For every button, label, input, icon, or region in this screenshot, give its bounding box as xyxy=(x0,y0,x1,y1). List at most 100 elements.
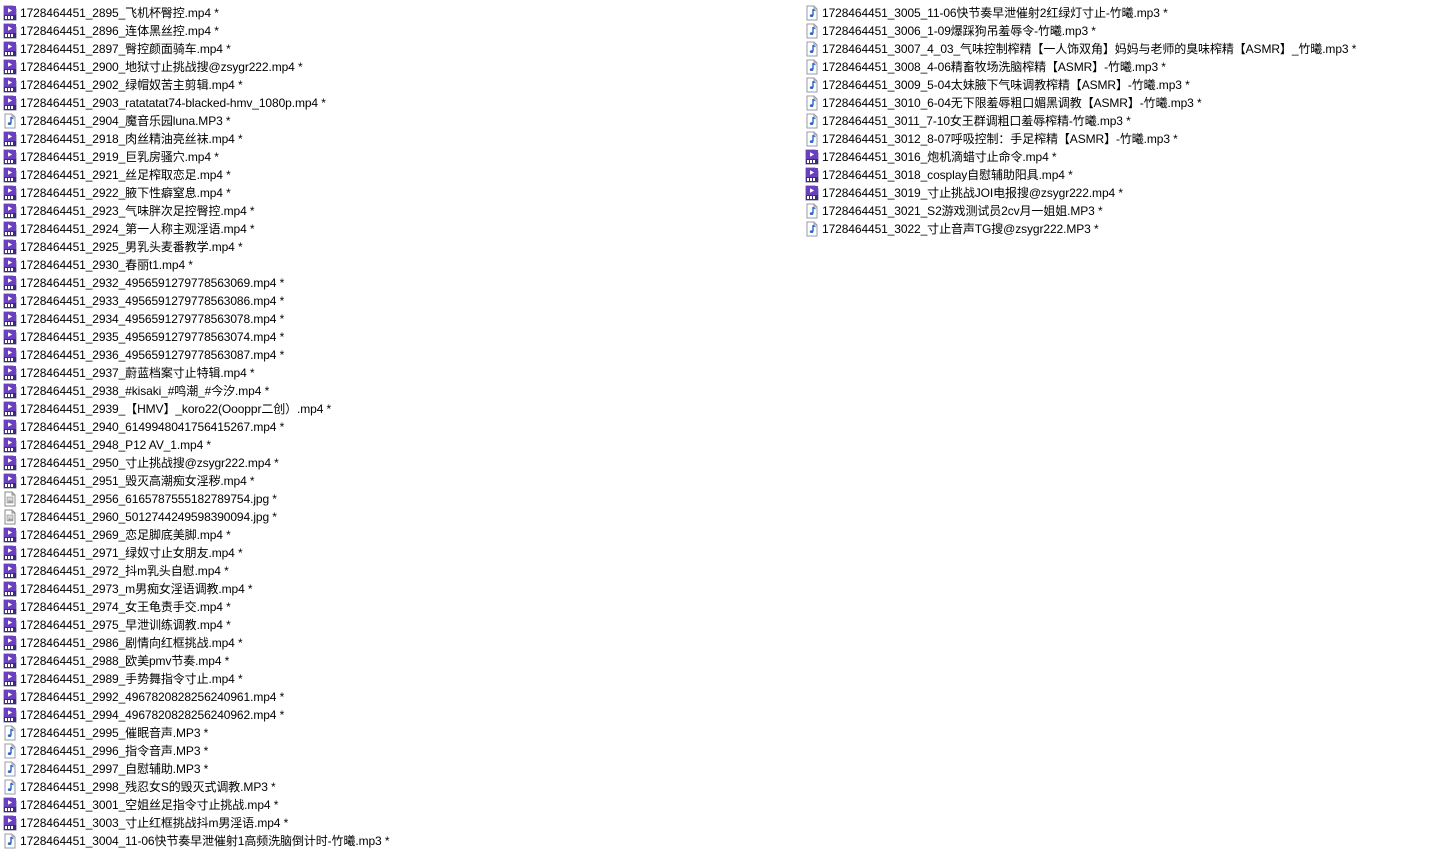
file-item[interactable]: 1728464451_2972_抖m乳头自慰.mp4 * xyxy=(2,562,792,580)
video-file-icon xyxy=(2,185,18,201)
video-file-icon xyxy=(2,527,18,543)
file-item[interactable]: 1728464451_2918_肉丝精油亮丝袜.mp4 * xyxy=(2,130,792,148)
file-item[interactable]: 1728464451_2940_6149948041756415267.mp4 … xyxy=(2,418,792,436)
file-item[interactable]: 1728464451_3010_6-04无下限羞辱粗口媚黑调教【ASMR】-竹曦… xyxy=(804,94,1444,112)
video-file-icon xyxy=(2,311,18,327)
file-item[interactable]: 1728464451_2938_#kisaki_#鸣潮_#今汐.mp4 * xyxy=(2,382,792,400)
file-item[interactable]: 1728464451_3006_1-09爆踩狗吊羞辱令-竹曦.mp3 * xyxy=(804,22,1444,40)
file-item[interactable]: 1728464451_3022_寸止音声TG搜@zsygr222.MP3 * xyxy=(804,220,1444,238)
file-item[interactable]: 1728464451_3019_寸止挑战JOI电报搜@zsygr222.mp4 … xyxy=(804,184,1444,202)
video-file-icon xyxy=(2,617,18,633)
file-item[interactable]: 1728464451_2902_绿帽奴苦主剪辑.mp4 * xyxy=(2,76,792,94)
video-file-icon xyxy=(2,257,18,273)
file-name-label: 1728464451_3006_1-09爆踩狗吊羞辱令-竹曦.mp3 * xyxy=(822,24,1096,38)
video-file-icon xyxy=(2,419,18,435)
video-file-icon xyxy=(2,581,18,597)
file-name-label: 1728464451_2996_指令音声.MP3 * xyxy=(20,744,209,758)
file-item[interactable]: 1728464451_2948_P12 AV_1.mp4 * xyxy=(2,436,792,454)
file-item[interactable]: 1728464451_3005_11-06快节奏早泄催射2红绿灯寸止-竹曦.mp… xyxy=(804,4,1444,22)
file-item[interactable]: 1728464451_2930_春丽t1.mp4 * xyxy=(2,256,792,274)
file-item[interactable]: 1728464451_2989_手势舞指令寸止.mp4 * xyxy=(2,670,792,688)
file-item[interactable]: 1728464451_2932_4956591279778563069.mp4 … xyxy=(2,274,792,292)
video-file-icon xyxy=(2,5,18,21)
file-item[interactable]: 1728464451_2950_寸止挑战搜@zsygr222.mp4 * xyxy=(2,454,792,472)
file-item[interactable]: 1728464451_2956_6165787555182789754.jpg … xyxy=(2,490,792,508)
file-item[interactable]: 1728464451_2895_飞机杯臀控.mp4 * xyxy=(2,4,792,22)
file-name-label: 1728464451_2986_剧情向红框挑战.mp4 * xyxy=(20,636,243,650)
file-item[interactable]: 1728464451_2935_4956591279778563074.mp4 … xyxy=(2,328,792,346)
file-item[interactable]: 1728464451_3011_7-10女王群调粗口羞辱榨精-竹曦.mp3 * xyxy=(804,112,1444,130)
video-file-icon xyxy=(2,563,18,579)
file-item[interactable]: 1728464451_2974_女王龟责手交.mp4 * xyxy=(2,598,792,616)
file-item[interactable]: 1728464451_2897_臀控颜面骑车.mp4 * xyxy=(2,40,792,58)
file-name-label: 1728464451_3004_11-06快节奏早泄催射1高频洗脑倒计时-竹曦.… xyxy=(20,834,390,848)
file-name-label: 1728464451_2933_4956591279778563086.mp4 … xyxy=(20,294,285,308)
file-item[interactable]: 1728464451_3007_4_03_气味控制榨精【一人饰双角】妈妈与老师的… xyxy=(804,40,1444,58)
file-name-label: 1728464451_2897_臀控颜面骑车.mp4 * xyxy=(20,42,231,56)
file-item[interactable]: 1728464451_3018_cosplay自慰辅助阳具.mp4 * xyxy=(804,166,1444,184)
file-name-label: 1728464451_2994_4967820828256240962.mp4 … xyxy=(20,708,285,722)
video-file-icon xyxy=(2,365,18,381)
file-item[interactable]: 1728464451_2934_4956591279778563078.mp4 … xyxy=(2,310,792,328)
file-name-label: 1728464451_2938_#kisaki_#鸣潮_#今汐.mp4 * xyxy=(20,384,270,398)
file-item[interactable]: 1728464451_2937_蔚蓝档案寸止特辑.mp4 * xyxy=(2,364,792,382)
file-item[interactable]: 1728464451_2988_欧美pmv节奏.mp4 * xyxy=(2,652,792,670)
file-item[interactable]: 1728464451_3012_8-07呼吸控制：手足榨精【ASMR】-竹曦.m… xyxy=(804,130,1444,148)
video-file-icon xyxy=(2,671,18,687)
file-item[interactable]: 1728464451_3016_炮机滴蜡寸止命令.mp4 * xyxy=(804,148,1444,166)
file-name-label: 1728464451_3012_8-07呼吸控制：手足榨精【ASMR】-竹曦.m… xyxy=(822,132,1178,146)
file-item[interactable]: 1728464451_2998_残忍女S的毁灭式调教.MP3 * xyxy=(2,778,792,796)
file-item[interactable]: 1728464451_2921_丝足榨取恋足.mp4 * xyxy=(2,166,792,184)
file-item[interactable]: 1728464451_2975_早泄训练调教.mp4 * xyxy=(2,616,792,634)
video-file-icon xyxy=(2,149,18,165)
file-list-column-right: 1728464451_3005_11-06快节奏早泄催射2红绿灯寸止-竹曦.mp… xyxy=(804,4,1444,238)
file-name-label: 1728464451_3003_寸止红框挑战抖m男淫语.mp4 * xyxy=(20,816,289,830)
file-item[interactable]: 1728464451_2919_巨乳房骚穴.mp4 * xyxy=(2,148,792,166)
file-item[interactable]: 1728464451_2923_气味胖次足控臀控.mp4 * xyxy=(2,202,792,220)
file-list-column-left: 1728464451_2895_飞机杯臀控.mp4 * 1728464451_28… xyxy=(2,4,792,850)
file-item[interactable]: 1728464451_2994_4967820828256240962.mp4 … xyxy=(2,706,792,724)
file-name-label: 1728464451_2935_4956591279778563074.mp4 … xyxy=(20,330,285,344)
image-file-icon xyxy=(2,509,18,525)
file-item[interactable]: 1728464451_2997_自慰辅助.MP3 * xyxy=(2,760,792,778)
file-item[interactable]: 1728464451_2904_魔音乐园luna.MP3 * xyxy=(2,112,792,130)
file-item[interactable]: 1728464451_2971_绿奴寸止女朋友.mp4 * xyxy=(2,544,792,562)
file-item[interactable]: 1728464451_2986_剧情向红框挑战.mp4 * xyxy=(2,634,792,652)
file-name-label: 1728464451_3019_寸止挑战JOI电报搜@zsygr222.mp4 … xyxy=(822,186,1123,200)
file-item[interactable]: 1728464451_2960_5012744249598390094.jpg … xyxy=(2,508,792,526)
video-file-icon xyxy=(2,707,18,723)
file-item[interactable]: 1728464451_3021_S2游戏测试员2cv月一姐姐.MP3 * xyxy=(804,202,1444,220)
file-item[interactable]: 1728464451_3004_11-06快节奏早泄催射1高频洗脑倒计时-竹曦.… xyxy=(2,832,792,850)
file-item[interactable]: 1728464451_3009_5-04太妹腋下气味调教榨精【ASMR】-竹曦.… xyxy=(804,76,1444,94)
audio-file-icon xyxy=(804,113,820,129)
file-item[interactable]: 1728464451_3001_空姐丝足指令寸止挑战.mp4 * xyxy=(2,796,792,814)
file-item[interactable]: 1728464451_2922_腋下性癖窒息.mp4 * xyxy=(2,184,792,202)
file-name-label: 1728464451_3010_6-04无下限羞辱粗口媚黑调教【ASMR】-竹曦… xyxy=(822,96,1202,110)
file-item[interactable]: 1728464451_2933_4956591279778563086.mp4 … xyxy=(2,292,792,310)
file-item[interactable]: 1728464451_2995_催眠音声.MP3 * xyxy=(2,724,792,742)
file-name-label: 1728464451_2903_ratatatat74-blacked-hmv_… xyxy=(20,96,326,110)
video-file-icon xyxy=(2,239,18,255)
video-file-icon xyxy=(2,347,18,363)
file-item[interactable]: 1728464451_2969_恋足脚底美脚.mp4 * xyxy=(2,526,792,544)
file-item[interactable]: 1728464451_2896_连体黑丝控.mp4 * xyxy=(2,22,792,40)
video-file-icon xyxy=(2,635,18,651)
file-item[interactable]: 1728464451_2903_ratatatat74-blacked-hmv_… xyxy=(2,94,792,112)
file-item[interactable]: 1728464451_2973_m男痴女淫语调教.mp4 * xyxy=(2,580,792,598)
video-file-icon xyxy=(2,401,18,417)
file-item[interactable]: 1728464451_3008_4-06精畜牧场洗脑榨精【ASMR】-竹曦.mp… xyxy=(804,58,1444,76)
file-item[interactable]: 1728464451_2925_男乳头麦番教学.mp4 * xyxy=(2,238,792,256)
video-file-icon xyxy=(2,383,18,399)
file-item[interactable]: 1728464451_2924_第一人称主观淫语.mp4 * xyxy=(2,220,792,238)
file-item[interactable]: 1728464451_2900_地狱寸止挑战搜@zsygr222.mp4 * xyxy=(2,58,792,76)
file-item[interactable]: 1728464451_2992_4967820828256240961.mp4 … xyxy=(2,688,792,706)
file-item[interactable]: 1728464451_2951_毁灭高潮痴女淫秽.mp4 * xyxy=(2,472,792,490)
file-item[interactable]: 1728464451_2936_4956591279778563087.mp4 … xyxy=(2,346,792,364)
audio-file-icon xyxy=(804,23,820,39)
file-item[interactable]: 1728464451_2939_【HMV】_koro22(Oooppr二创）.m… xyxy=(2,400,792,418)
audio-file-icon xyxy=(804,5,820,21)
file-item[interactable]: 1728464451_3003_寸止红框挑战抖m男淫语.mp4 * xyxy=(2,814,792,832)
video-file-icon xyxy=(2,797,18,813)
file-item[interactable]: 1728464451_2996_指令音声.MP3 * xyxy=(2,742,792,760)
file-name-label: 1728464451_2940_6149948041756415267.mp4 … xyxy=(20,420,285,434)
